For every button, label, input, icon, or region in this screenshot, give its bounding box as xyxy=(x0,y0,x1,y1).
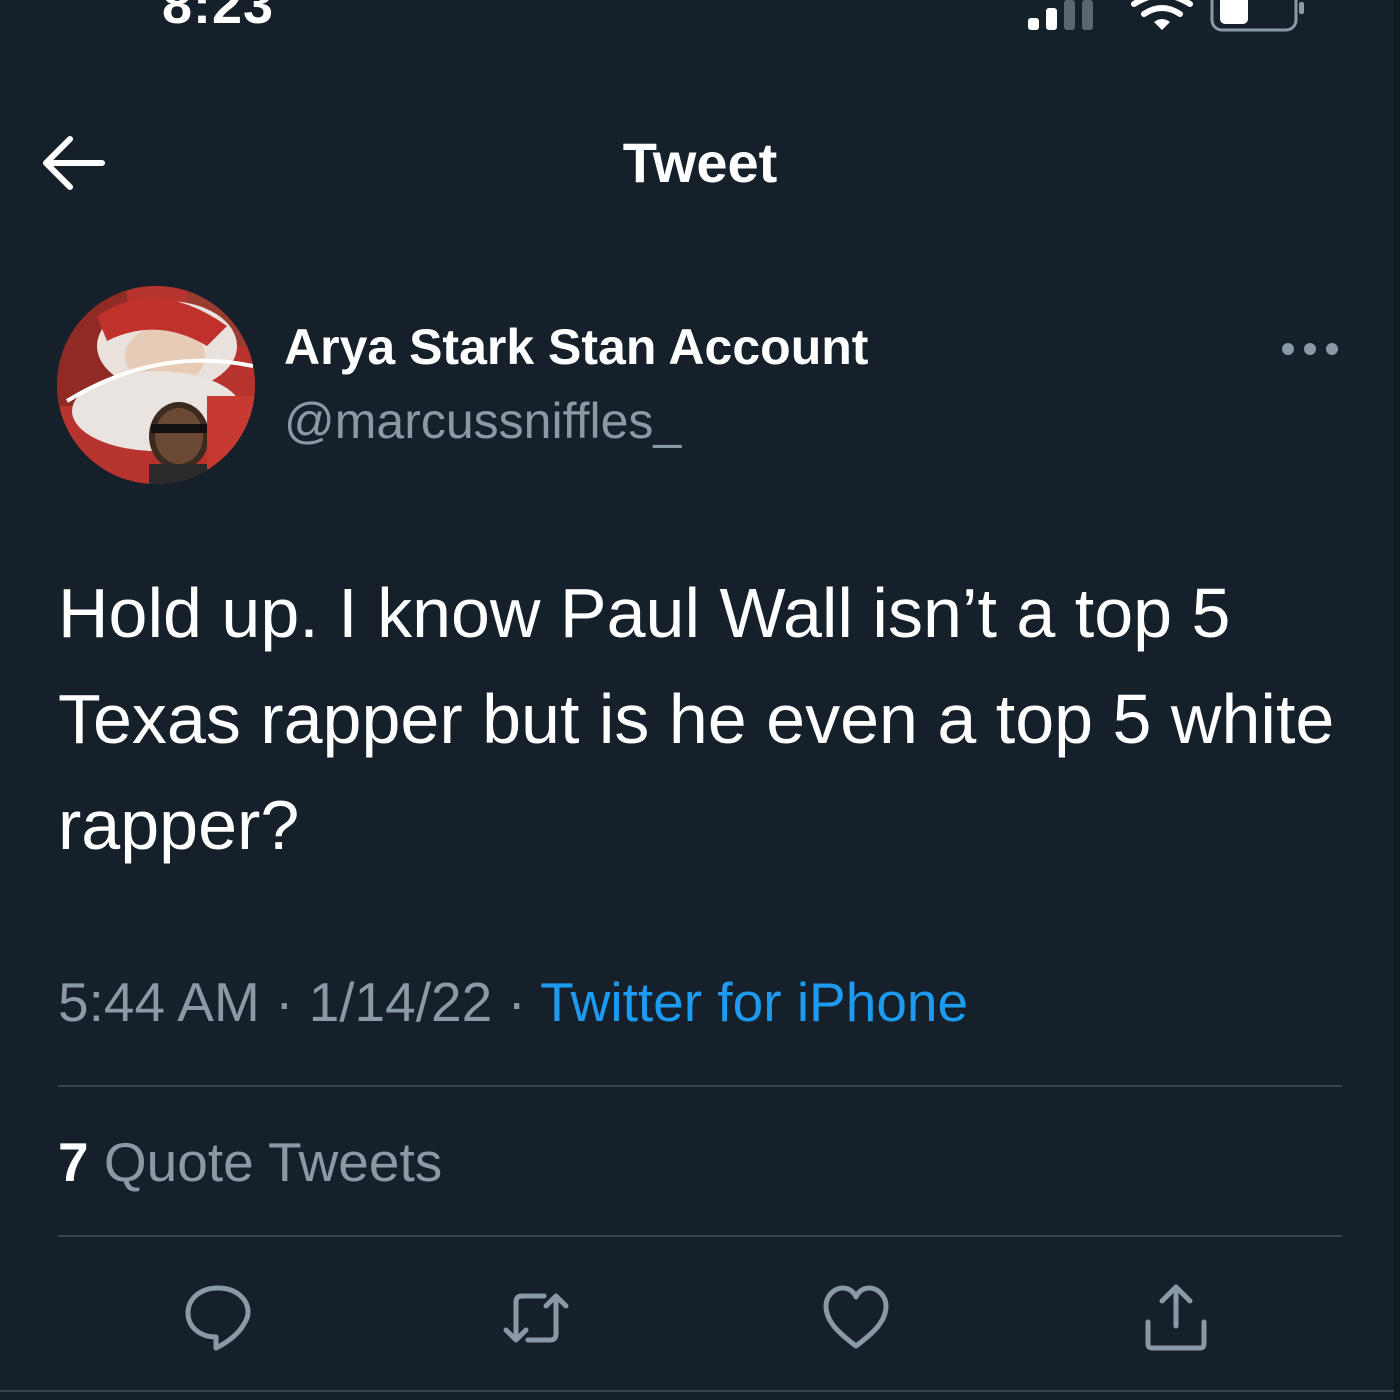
author-handle[interactable]: @marcussniffles_ xyxy=(284,392,681,450)
tweet-time: 5:44 AM xyxy=(58,971,260,1033)
like-icon xyxy=(823,1285,889,1349)
meta-separator: · xyxy=(275,971,294,1033)
retweet-icon xyxy=(503,1293,569,1343)
tweet-meta: 5:44 AM · 1/14/22 · Twitter for iPhone xyxy=(58,970,968,1034)
page-title: Tweet xyxy=(622,131,778,194)
tweet-detail-screen: 8:23 Tweet Arya Stark Stan Account @marc… xyxy=(0,0,1400,1400)
wifi-icon xyxy=(1131,0,1193,30)
cellular-signal-icon xyxy=(1028,0,1093,30)
share-icon xyxy=(1145,1284,1207,1351)
avatar-photo xyxy=(57,286,255,484)
status-bar-icons xyxy=(1014,0,1304,34)
share-button[interactable] xyxy=(1140,1282,1212,1354)
author-display-name[interactable]: Arya Stark Stan Account xyxy=(284,318,868,376)
reply-icon xyxy=(185,1285,251,1351)
like-button[interactable] xyxy=(820,1282,892,1354)
tweet-date: 1/14/22 xyxy=(308,971,493,1033)
divider xyxy=(58,1235,1342,1237)
quote-tweets-label: Quote Tweets xyxy=(103,1131,443,1193)
reply-button[interactable] xyxy=(182,1282,254,1354)
avatar[interactable] xyxy=(57,286,255,484)
tweet-source-link[interactable]: Twitter for iPhone xyxy=(540,971,968,1033)
retweet-button[interactable] xyxy=(500,1282,572,1354)
more-options-button[interactable] xyxy=(1280,334,1340,364)
quote-tweets-count: 7 xyxy=(58,1131,89,1193)
more-options-icon xyxy=(1282,343,1338,355)
tweet-text: Hold up. I know Paul Wall isn’t a top 5 … xyxy=(58,574,1335,864)
battery-icon xyxy=(1210,0,1304,32)
divider xyxy=(58,1085,1342,1087)
meta-separator: · xyxy=(507,971,526,1033)
status-bar-time: 8:23 xyxy=(162,0,275,35)
divider xyxy=(0,1390,1400,1392)
quote-tweets-link[interactable]: 7 Quote Tweets xyxy=(58,1130,442,1194)
screen-edge xyxy=(1394,0,1400,1400)
